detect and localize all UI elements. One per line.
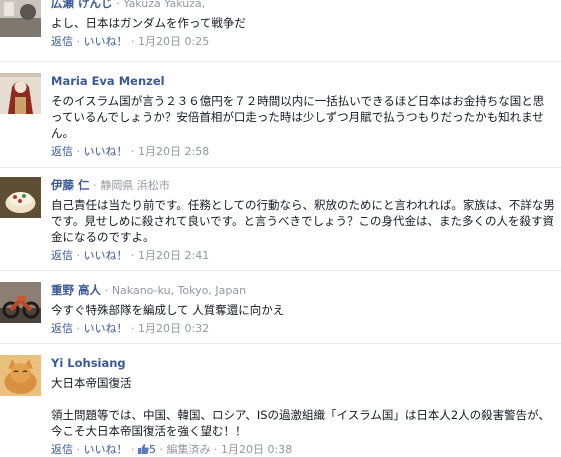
author-location: 静岡県 浜松市: [100, 179, 170, 192]
separator: ·: [76, 443, 81, 456]
timestamp[interactable]: 1月20日 0:38: [221, 443, 292, 456]
comment-header: 伊藤 仁 · 静岡県 浜松市: [51, 177, 555, 193]
separator: ·: [159, 443, 164, 456]
comment-actions: 返信 · いいね！ · 1月20日 0:25: [51, 34, 555, 49]
thumbs-up-icon: [138, 443, 149, 454]
separator: ·: [131, 145, 135, 158]
comment-text: 今すぐ特殊部隊を編成して 人質奪還に向かえ: [51, 302, 555, 318]
comment-text: よし、日本はガンダムを作って戦争だ: [51, 15, 555, 31]
separator: ·: [214, 443, 218, 456]
comment-actions: 返信 · いいね！ · 5 · 編集済み · 1月20日 0:38: [51, 442, 555, 457]
avatar[interactable]: [0, 177, 41, 218]
like-link[interactable]: いいね！: [84, 443, 128, 456]
separator: ·: [76, 145, 81, 158]
comment-text: 自己責任は当たり前です。任務としての行動なら、釈放のためにと言われれば。家族は、…: [51, 197, 555, 245]
avatar[interactable]: [0, 282, 41, 323]
author-name[interactable]: 広瀬 けんじ: [51, 0, 113, 10]
like-count[interactable]: 5: [138, 443, 160, 456]
separator: ·: [116, 0, 120, 10]
separator: ·: [131, 322, 135, 335]
comment-paragraph: 大日本帝国復活: [51, 376, 132, 390]
comment-actions: 返信 · いいね！ · 1月20日 2:41: [51, 248, 555, 263]
author-name[interactable]: Yi Lohsiang: [51, 356, 126, 370]
timestamp[interactable]: 1月20日 2:41: [138, 249, 209, 262]
separator: ·: [131, 35, 135, 48]
separator: ·: [131, 443, 135, 456]
avatar[interactable]: [0, 355, 41, 396]
avatar[interactable]: [0, 0, 41, 37]
author-location: Yakuza Yakuza,: [123, 0, 206, 10]
author-name[interactable]: 重野 高人: [51, 283, 101, 297]
comment-paragraph: 領土問題等では、中国、韓国、ロシア、ISの過激組織「イスラム国」は日本人2人の殺…: [51, 408, 550, 438]
like-link[interactable]: いいね！: [84, 322, 128, 335]
divider: [0, 167, 561, 168]
timestamp[interactable]: 1月20日 2:58: [138, 145, 209, 158]
separator: ·: [76, 249, 81, 262]
like-link[interactable]: いいね！: [84, 35, 128, 48]
comment-header: 重野 高人 · Nakano-ku, Tokyo, Japan: [51, 282, 555, 298]
timestamp[interactable]: 1月20日 0:32: [138, 322, 209, 335]
comment-text: そのイスラム国が言う２３６億円を７２時間以内に一括払いできるほど日本はお金持ちな…: [51, 93, 555, 141]
reply-link[interactable]: 返信: [51, 145, 73, 158]
separator: ·: [131, 249, 135, 262]
comment-header: Yi Lohsiang: [51, 355, 555, 371]
divider: [0, 270, 561, 271]
comment-text: 大日本帝国復活 領土問題等では、中国、韓国、ロシア、ISの過激組織「イスラム国」…: [51, 375, 555, 439]
author-name[interactable]: Maria Eva Menzel: [51, 74, 165, 88]
comment-paragraph: 自己責任は当たり前です。任務としての行動なら、釈放のためにと言われれば。家族は、…: [51, 198, 555, 244]
comment-actions: 返信 · いいね！ · 1月20日 0:32: [51, 321, 555, 336]
comment-header: Maria Eva Menzel: [51, 73, 555, 89]
separator: ·: [93, 179, 97, 192]
comment-paragraph: そのイスラム国が言う２３６億円を７２時間以内に一括払いできるほど日本はお金持ちな…: [51, 94, 545, 140]
like-link[interactable]: いいね！: [84, 145, 128, 158]
comment-paragraph: 今すぐ特殊部隊を編成して 人質奪還に向かえ: [51, 303, 285, 317]
comment-header: 広瀬 けんじ · Yakuza Yakuza,: [51, 0, 555, 11]
author-name[interactable]: 伊藤 仁: [51, 178, 90, 192]
divider: [0, 61, 561, 62]
reply-link[interactable]: 返信: [51, 35, 73, 48]
reply-link[interactable]: 返信: [51, 249, 73, 262]
reply-link[interactable]: 返信: [51, 443, 73, 456]
separator: ·: [76, 322, 81, 335]
separator: ·: [104, 284, 109, 297]
separator: ·: [76, 35, 81, 48]
comment-paragraph: よし、日本はガンダムを作って戦争だ: [51, 16, 246, 30]
avatar[interactable]: [0, 73, 41, 114]
timestamp[interactable]: 1月20日 0:25: [138, 35, 209, 48]
like-count-value: 5: [149, 443, 156, 456]
author-location: Nakano-ku, Tokyo, Japan: [111, 284, 247, 297]
divider: [0, 343, 561, 344]
edited-label[interactable]: 編集済み: [167, 443, 211, 456]
reply-link[interactable]: 返信: [51, 322, 73, 335]
comment-actions: 返信 · いいね！ · 1月20日 2:58: [51, 144, 555, 159]
like-link[interactable]: いいね！: [84, 249, 128, 262]
